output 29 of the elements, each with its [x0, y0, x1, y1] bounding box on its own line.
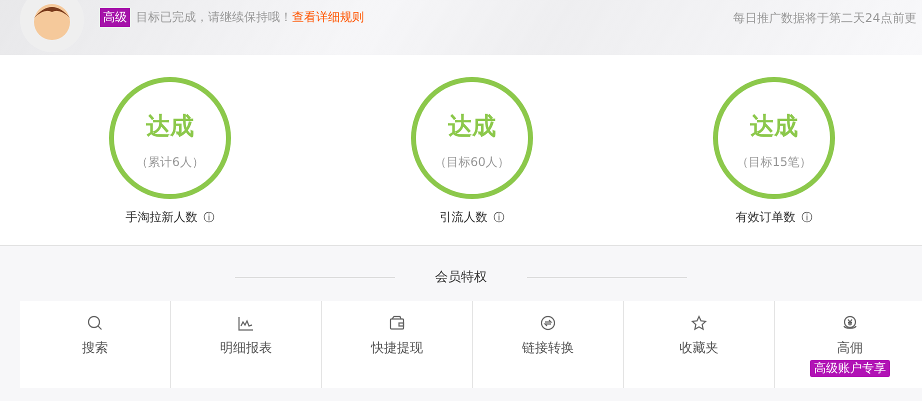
metric-label: 引流人数	[440, 209, 488, 226]
privilege-tile[interactable]: 明细报表	[171, 301, 322, 388]
metric-label: 手淘拉新人数	[126, 209, 198, 226]
arrows-circle-icon	[540, 315, 556, 331]
privilege-tile[interactable]: 高佣 高级账户专享	[775, 301, 922, 388]
info-icon[interactable]: ⓘ	[494, 210, 504, 225]
privilege-tile[interactable]: 搜索	[20, 301, 171, 388]
star-icon	[691, 315, 707, 331]
metric-detail: （目标15笔）	[736, 154, 812, 171]
line-chart-icon	[238, 315, 254, 331]
coin-icon	[842, 315, 858, 331]
privilege-tile[interactable]: 链接转换	[473, 301, 624, 388]
privilege-tile[interactable]: 快捷提现	[322, 301, 473, 388]
search-icon	[87, 315, 103, 331]
info-icon[interactable]: ⓘ	[802, 210, 812, 225]
level-badge: 高级	[100, 8, 130, 27]
update-notice: 每日推广数据将于第二天24点前更	[733, 10, 916, 27]
metric-label: 有效订单数	[736, 209, 796, 226]
status-text: 达成	[750, 111, 798, 142]
status-text: 达成	[146, 111, 194, 142]
wallet-icon	[389, 315, 405, 331]
section-title: 会员特权	[435, 269, 487, 286]
info-icon[interactable]: ⓘ	[204, 210, 214, 225]
metric-detail: （目标60人）	[434, 154, 510, 171]
status-message: 目标已完成，请继续保持哦！	[136, 9, 292, 26]
privilege-tile[interactable]: 收藏夹	[624, 301, 775, 388]
status-text: 达成	[448, 111, 496, 142]
premium-tag: 高级账户专享	[810, 360, 890, 377]
metric-detail: （累计6人）	[136, 154, 204, 171]
